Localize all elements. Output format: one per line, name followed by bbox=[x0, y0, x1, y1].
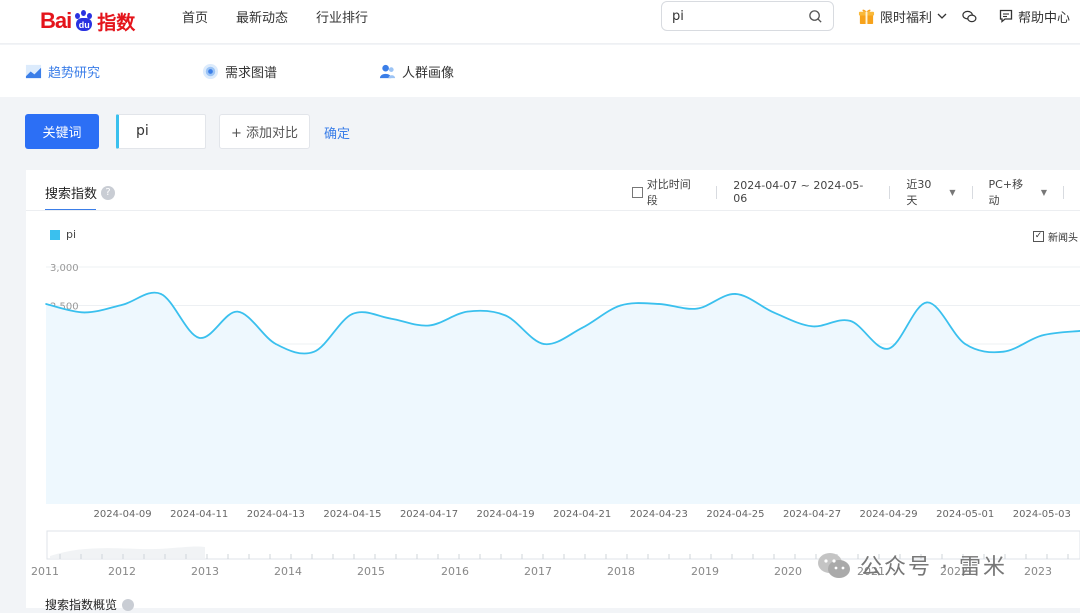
x-tick-label: 2024-05-03 bbox=[1013, 509, 1071, 520]
data-point bbox=[581, 327, 583, 329]
data-point bbox=[351, 313, 354, 315]
timeline-year-label: 2012 bbox=[108, 565, 136, 578]
timeline-year-label: 2014 bbox=[274, 565, 302, 578]
timeline-year-label: 2017 bbox=[524, 565, 552, 578]
x-tick-label: 2024-04-09 bbox=[94, 509, 152, 520]
x-tick-label: 2024-04-11 bbox=[170, 509, 228, 520]
help-icon[interactable] bbox=[122, 598, 135, 611]
data-point bbox=[811, 325, 813, 328]
x-tick-label: 2024-04-13 bbox=[247, 509, 305, 520]
x-tick-label: 2024-04-21 bbox=[553, 509, 611, 520]
x-tick-label: 2024-04-25 bbox=[706, 509, 764, 520]
timeline-year-label: 2020 bbox=[774, 565, 802, 578]
data-point bbox=[121, 303, 124, 306]
x-tick-label: 2024-04-27 bbox=[783, 509, 841, 520]
data-point bbox=[313, 350, 315, 353]
timeline-year-label: 2011 bbox=[31, 565, 59, 578]
data-point bbox=[849, 320, 852, 322]
data-point bbox=[466, 310, 469, 313]
data-point bbox=[45, 303, 47, 305]
timeline-year-label: 2015 bbox=[357, 565, 385, 578]
data-point bbox=[734, 293, 737, 295]
x-tick-label: 2024-04-19 bbox=[477, 509, 535, 520]
data-point bbox=[887, 347, 890, 350]
data-point bbox=[236, 310, 239, 313]
x-tick-label: 2024-04-29 bbox=[860, 509, 918, 520]
data-point bbox=[389, 317, 392, 320]
search-index-chart[interactable]: 3,0002,5002,0001,5001,0005002024-04-0920… bbox=[0, 0, 1080, 608]
watermark: 公众号 · 雷米 bbox=[816, 549, 1007, 581]
data-point bbox=[772, 311, 775, 314]
data-point bbox=[543, 343, 545, 345]
data-point bbox=[964, 343, 966, 345]
timeline-year-label: 2016 bbox=[441, 565, 469, 578]
data-point bbox=[696, 307, 698, 310]
x-tick-label: 2024-05-01 bbox=[936, 509, 994, 520]
data-point bbox=[504, 314, 507, 317]
data-point bbox=[1041, 334, 1043, 337]
data-point bbox=[198, 337, 200, 339]
data-point bbox=[619, 304, 622, 307]
summary-title-text: 搜索指数概览 bbox=[45, 598, 118, 612]
data-point bbox=[83, 311, 86, 314]
data-point bbox=[926, 301, 928, 304]
wechat-logo-icon bbox=[818, 553, 850, 578]
data-point bbox=[658, 303, 660, 305]
x-tick-label: 2024-04-17 bbox=[400, 509, 458, 520]
timeline-year-label: 2023 bbox=[1024, 565, 1052, 578]
x-tick-label: 2024-04-23 bbox=[630, 509, 688, 520]
y-tick-label: 3,000 bbox=[50, 263, 79, 274]
x-tick-label: 2024-04-15 bbox=[323, 509, 381, 520]
timeline-year-label: 2018 bbox=[607, 565, 635, 578]
timeline-year-label: 2019 bbox=[691, 565, 719, 578]
summary-section-title: 搜索指数概览 bbox=[45, 596, 135, 613]
data-point bbox=[275, 343, 277, 345]
data-point bbox=[428, 324, 430, 327]
data-point bbox=[1002, 350, 1005, 353]
timeline-year-label: 2013 bbox=[191, 565, 219, 578]
data-point bbox=[160, 293, 162, 295]
watermark-text: 公众号 · 雷米 bbox=[860, 555, 1007, 580]
